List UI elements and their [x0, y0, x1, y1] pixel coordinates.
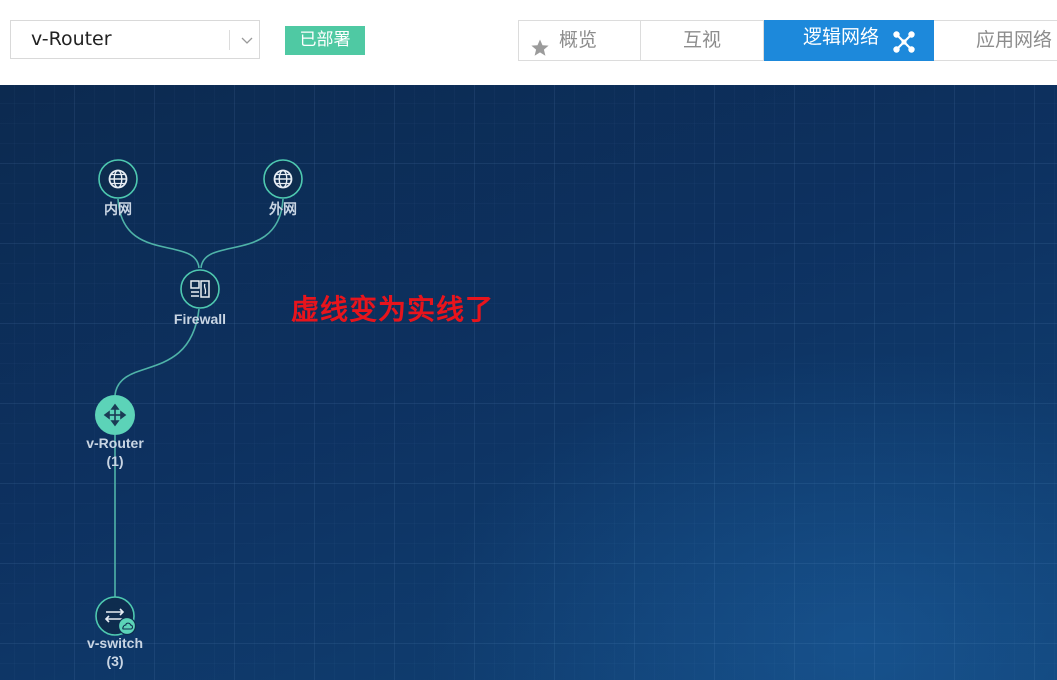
node-count-v-switch: (3): [106, 653, 124, 669]
node-label-intranet: 内网: [104, 201, 132, 217]
node-intranet: [98, 159, 138, 199]
node-label-internet: 外网: [269, 201, 297, 217]
node-v-switch: [95, 596, 137, 636]
node-count-v-router: (1): [106, 453, 124, 469]
node-v-router: [95, 395, 135, 435]
device-select[interactable]: v-Router: [10, 20, 260, 59]
device-select-divider: [229, 30, 230, 50]
node-internet: [263, 159, 303, 199]
tab-mutual-view[interactable]: 互视: [640, 20, 764, 61]
cloud-icon: [117, 616, 137, 636]
node-firewall: [180, 269, 220, 309]
node-label-firewall: Firewall: [173, 311, 227, 327]
top-toolbar: v-Router 已部署 概览 互视 逻辑网络 应用网络: [0, 0, 1057, 85]
tab-application-network-label: 应用网络: [976, 29, 1053, 51]
tab-overview[interactable]: 概览: [518, 20, 640, 61]
chevron-down-icon[interactable]: [237, 30, 257, 50]
network-topology-icon: [892, 29, 916, 53]
star-icon: [530, 33, 550, 56]
node-label-v-switch: v-switch: [86, 635, 143, 651]
tab-application-network[interactable]: 应用网络: [934, 20, 1057, 61]
tab-overview-label: 概览: [559, 29, 598, 51]
annotation-text: 虚线变为实线了: [291, 293, 495, 326]
view-tabs: 概览 互视 逻辑网络 应用网络: [518, 20, 1057, 61]
tab-logical-network[interactable]: 逻辑网络: [764, 20, 934, 61]
topology-graph: [95, 159, 303, 636]
tab-mutual-view-label: 互视: [682, 29, 721, 51]
topology-canvas[interactable]: 内网 外网 Firewall v-Router (1) v-switch (3)…: [0, 85, 1057, 680]
node-label-v-router: v-Router: [86, 435, 144, 451]
tab-logical-network-label: 逻辑网络: [803, 26, 880, 48]
device-select-value: v-Router: [31, 28, 112, 50]
status-badge: 已部署: [285, 26, 365, 55]
